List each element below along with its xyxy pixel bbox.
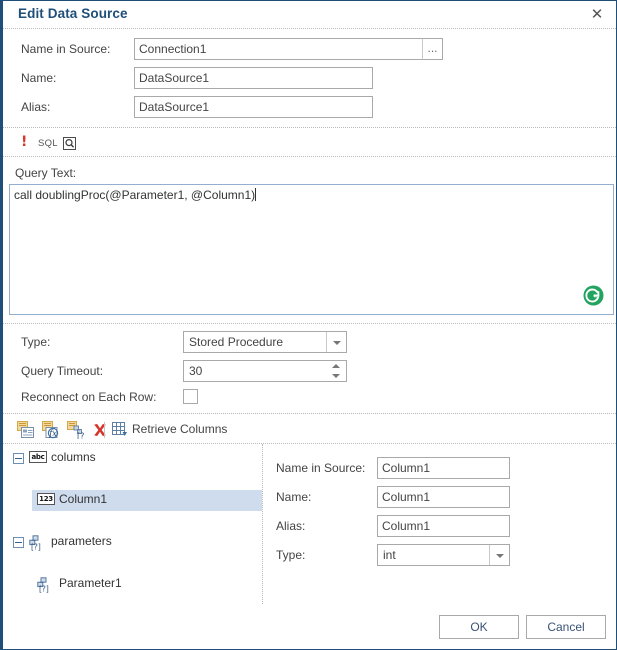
dialog-titlebar: Edit Data Source ✕ [3, 1, 616, 28]
type-combo-value: Stored Procedure [189, 335, 284, 349]
field-details-panel: Name in Source: Name: Alias: Type: int [264, 448, 616, 603]
ok-button[interactable]: OK [439, 615, 519, 639]
tree-node-label: Column1 [59, 492, 108, 506]
chevron-down-icon[interactable] [326, 332, 346, 352]
query-preview-icon[interactable] [62, 136, 77, 151]
detail-alias-input[interactable] [377, 515, 510, 537]
type-combo[interactable]: Stored Procedure [183, 331, 347, 353]
svg-text:fx: fx [48, 429, 57, 438]
delete-icon[interactable] [91, 421, 109, 439]
name-input[interactable] [134, 67, 373, 89]
exclamation-icon[interactable]: ! [21, 134, 27, 150]
tree-node-parameter1[interactable]: [?] Parameter1 [32, 574, 262, 595]
retrieve-columns-icon[interactable] [112, 422, 128, 438]
alias-row: Alias: [3, 96, 616, 125]
detail-name-row: Name: [264, 486, 616, 515]
expander-columns[interactable] [13, 453, 24, 464]
detail-alias-row: Alias: [264, 515, 616, 544]
add-expression-column-icon[interactable]: fx [42, 421, 60, 439]
retrieve-columns-button[interactable]: Retrieve Columns [132, 422, 227, 436]
detail-type-row: Type: int [264, 544, 616, 573]
cancel-button[interactable]: Cancel [526, 615, 606, 639]
expander-parameters[interactable] [13, 537, 24, 548]
parameter-icon: [?] [29, 535, 47, 552]
tree-node-label: Parameter1 [59, 576, 122, 590]
name-row: Name: [3, 67, 616, 96]
abc-icon: abc [29, 451, 47, 463]
type-row: Type: Stored Procedure [3, 331, 616, 360]
detail-name-label: Name: [276, 490, 312, 504]
svg-text:[?]: [?] [77, 432, 85, 440]
query-text-label: Query Text: [15, 166, 77, 180]
divider-sql-toolbar [3, 156, 616, 157]
detail-name-in-source-row: Name in Source: [264, 457, 616, 486]
add-column-icon[interactable] [17, 421, 35, 439]
query-text-editor[interactable]: call doublingProc(@Parameter1, @Column1) [9, 184, 614, 315]
columns-toolbar: fx [?] [3, 419, 616, 443]
query-timeout-label: Query Timeout: [21, 364, 104, 378]
tree-node-label: columns [51, 450, 96, 464]
query-timeout-stepper[interactable]: 30 [183, 360, 347, 382]
alias-input[interactable] [134, 96, 373, 118]
detail-type-value: int [383, 548, 396, 562]
tree-node-column1[interactable]: 123 Column1 [32, 490, 262, 511]
name-in-source-row: Name in Source: ... [3, 38, 616, 67]
123-icon: 123 [37, 493, 55, 505]
stepper-down-icon[interactable] [332, 373, 341, 378]
refresh-icon[interactable] [583, 285, 604, 306]
dialog-footer: OK Cancel [3, 604, 616, 649]
divider-query [3, 323, 616, 324]
toolbar-divider [104, 422, 105, 438]
svg-text:[?]: [?] [31, 543, 41, 552]
add-parameter-icon[interactable]: [?] [67, 421, 88, 441]
name-in-source-label: Name in Source: [21, 42, 111, 56]
reconnect-label: Reconnect on Each Row: [21, 390, 157, 404]
query-timeout-value: 30 [189, 364, 203, 378]
chevron-down-icon[interactable] [489, 545, 509, 565]
stepper-up-icon[interactable] [332, 364, 341, 369]
sql-label[interactable]: SQL [38, 138, 58, 149]
detail-name-in-source-input[interactable] [377, 457, 510, 479]
reconnect-checkbox[interactable] [183, 389, 198, 404]
reconnect-row: Reconnect on Each Row: [3, 387, 616, 416]
divider-settings [3, 413, 616, 414]
sql-toolbar: ! SQL [3, 134, 616, 156]
detail-alias-label: Alias: [276, 519, 306, 533]
panel-divider [262, 444, 263, 604]
divider-source-fields [3, 127, 616, 128]
divider-title [3, 28, 616, 29]
tree-node-label: parameters [51, 534, 112, 548]
edit-data-source-dialog: Edit Data Source ✕ Name in Source: ... N… [0, 0, 617, 650]
detail-name-input[interactable] [377, 486, 510, 508]
divider-columns-toolbar [3, 443, 616, 444]
name-in-source-input[interactable] [134, 38, 423, 60]
tree-node-columns[interactable]: abc columns [3, 448, 262, 469]
svg-text:[?]: [?] [39, 585, 49, 594]
detail-name-in-source-label: Name in Source: [276, 461, 366, 475]
type-label: Type: [21, 335, 51, 349]
fields-tree[interactable]: abc columns 123 Column1 [?] parameters [… [3, 448, 262, 603]
query-timeout-row: Query Timeout: 30 [3, 360, 616, 389]
alias-label: Alias: [21, 100, 51, 114]
close-icon[interactable]: ✕ [588, 5, 606, 23]
parameter-icon: [?] [37, 577, 55, 594]
browse-connection-button[interactable]: ... [422, 38, 443, 60]
dialog-title: Edit Data Source [18, 6, 128, 21]
detail-type-label: Type: [276, 548, 306, 562]
query-text-value: call doublingProc(@Parameter1, @Column1) [14, 188, 257, 202]
text-caret [255, 188, 257, 201]
name-label: Name: [21, 71, 57, 85]
tree-node-parameters[interactable]: [?] parameters [3, 532, 262, 553]
detail-type-combo[interactable]: int [377, 544, 510, 566]
